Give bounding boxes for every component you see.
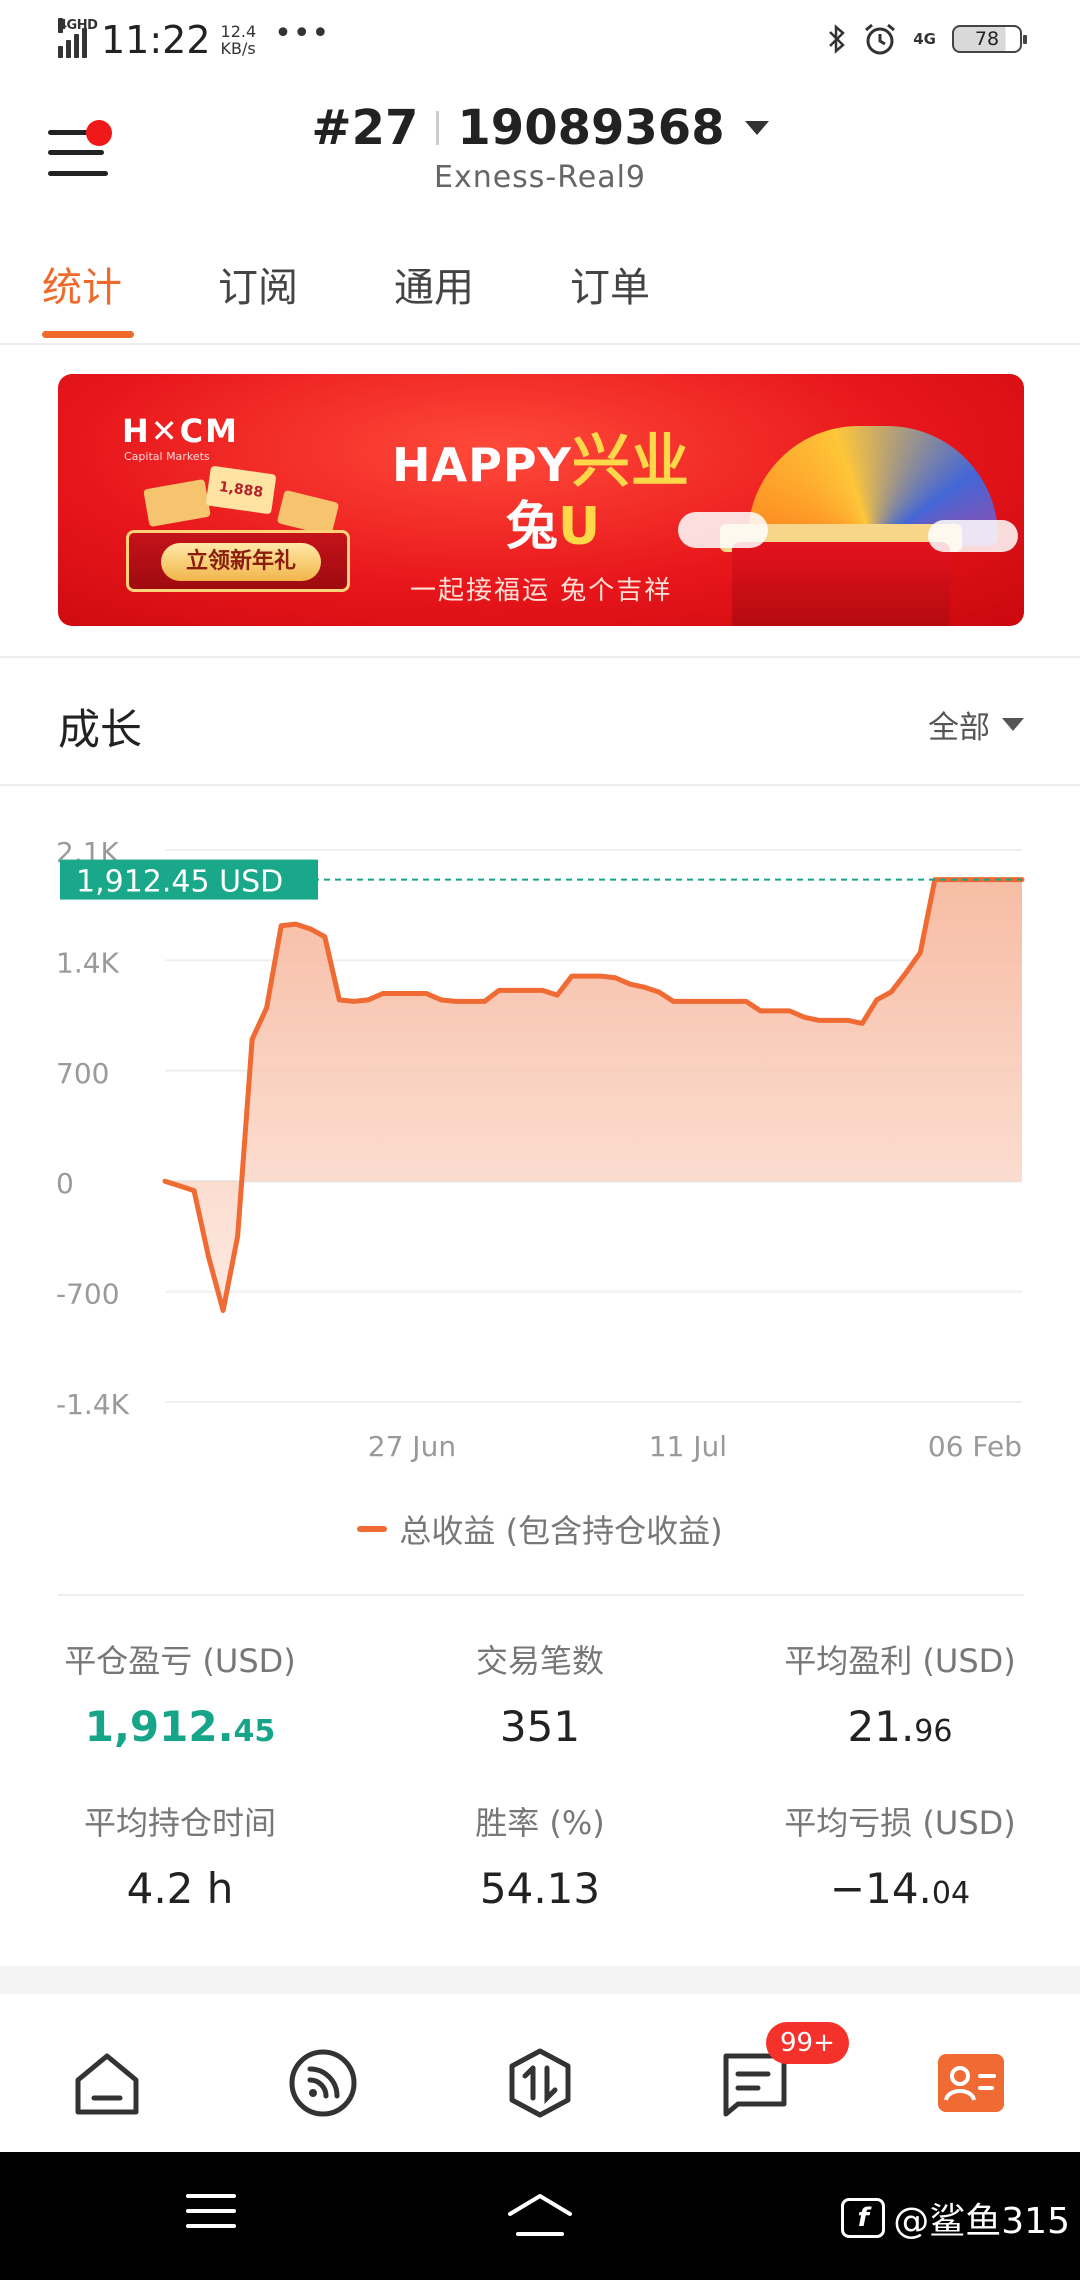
signal-icon: 4GHD — [58, 18, 98, 58]
account-id: 19089368 — [457, 100, 725, 156]
series-area — [165, 879, 1022, 1311]
tab-bar: 统计 订阅 通用 订单 — [42, 255, 746, 345]
chart-legend: 总收益 (包含持仓收益) — [0, 1506, 1080, 1552]
growth-title: 成长 — [58, 705, 143, 754]
x-tick-label: 27 Jun — [368, 1430, 456, 1463]
trade-icon[interactable] — [503, 2046, 577, 2120]
stat-label: 交易笔数 — [475, 1642, 604, 1680]
banner-title-2: 兔U — [506, 497, 601, 557]
y-tick-label: 0 — [56, 1167, 74, 1200]
stat-label: 平均盈利 (USD) — [784, 1642, 1016, 1680]
account-prefix: #27 — [311, 100, 419, 156]
bottom-nav — [0, 2016, 1080, 2152]
stat-trade-count: 交易笔数 351 — [360, 1636, 720, 1751]
battery-level: 78 — [974, 28, 1000, 50]
x-tick-label: 06 Feb — [928, 1430, 1022, 1463]
caret-down-icon — [1002, 718, 1024, 731]
current-value-label: 1,912.45 USD — [76, 865, 283, 900]
recent-apps-button[interactable] — [186, 2194, 236, 2239]
account-separator — [436, 111, 440, 145]
y-tick-label: -1.4K — [56, 1388, 130, 1421]
y-tick-label: -700 — [56, 1278, 120, 1311]
tab-statistics[interactable]: 统计 — [42, 255, 218, 345]
stat-value: −14.04 — [829, 1864, 971, 1913]
stat-value: 21.96 — [847, 1702, 953, 1751]
banner-claim-label: 立领新年礼 — [161, 543, 321, 581]
stat-label: 平均亏损 (USD) — [784, 1804, 1016, 1842]
stat-value: 1,912.45 — [84, 1702, 276, 1751]
alarm-icon — [865, 23, 896, 55]
banner-coupon-card: 1,888 — [205, 465, 277, 515]
caret-down-icon[interactable] — [744, 121, 769, 135]
tab-general[interactable]: 通用 — [394, 255, 570, 345]
watermark-text: @鲨鱼315 — [893, 2201, 1070, 2242]
legend-label: 总收益 (包含持仓收益) — [399, 1512, 723, 1550]
home-system-button[interactable] — [504, 2192, 576, 2240]
net-speed: 12.4 KB/s — [220, 22, 257, 58]
stat-avg-loss: 平均亏损 (USD) −14.04 — [720, 1798, 1080, 1913]
content-separator — [0, 1966, 1080, 1994]
banner-cloud — [928, 520, 1018, 552]
messages-badge: 99+ — [766, 2022, 849, 2064]
watermark: f @鲨鱼315 — [841, 2192, 1070, 2244]
stat-label: 平仓盈亏 (USD) — [64, 1642, 296, 1680]
banner-logo-subtitle: Capital Markets — [124, 450, 210, 463]
section-divider — [0, 784, 1080, 786]
stat-value: 4.2 h — [126, 1864, 234, 1913]
home-icon[interactable] — [70, 2046, 144, 2120]
feed-icon[interactable] — [286, 2046, 360, 2120]
range-filter[interactable]: 全部 — [928, 702, 1024, 747]
banner-logo: H✕CM — [122, 412, 239, 450]
more-notifications-icon: ••• — [274, 15, 331, 51]
status-bar: 4GHD 11:22 12.4 KB/s ••• 4G 78 — [0, 0, 1080, 84]
stat-label: 胜率 (%) — [475, 1804, 605, 1842]
account-selector[interactable]: #27 19089368 — [311, 100, 769, 156]
promo-banner[interactable]: H✕CM Capital Markets 1,888 立领新年礼 HAPPY兴业… — [58, 374, 1024, 626]
clock: 11:22 — [101, 18, 211, 62]
banner-slogan: 一起接福运 兔个吉祥 — [410, 576, 673, 606]
range-filter-label: 全部 — [928, 710, 990, 746]
banner-gift-box — [732, 542, 950, 626]
network-4g-icon: 4G — [913, 29, 936, 48]
stat-label: 平均持仓时间 — [83, 1804, 276, 1842]
account-header: #27 19089368 Exness-Real9 — [0, 100, 1080, 195]
tab-divider — [0, 343, 1080, 345]
account-server: Exness-Real9 — [433, 160, 647, 195]
legend-swatch — [357, 1526, 388, 1532]
stat-avg-profit: 平均盈利 (USD) 21.96 — [720, 1636, 1080, 1751]
banner-cloud — [678, 512, 768, 548]
stat-value: 54.13 — [479, 1864, 601, 1913]
stats-divider — [58, 1594, 1024, 1596]
battery-icon: 78 — [952, 25, 1027, 53]
stat-value: 351 — [499, 1702, 581, 1751]
system-nav-bar: f @鲨鱼315 — [0, 2152, 1080, 2280]
y-tick-label: 700 — [56, 1057, 109, 1090]
banner-coupon-card — [143, 478, 211, 528]
account-profile-icon[interactable] — [934, 2046, 1008, 2120]
y-tick-label: 1.4K — [56, 946, 120, 979]
stat-win-rate: 胜率 (%) 54.13 — [360, 1798, 720, 1913]
stat-closed-pnl: 平仓盈亏 (USD) 1,912.45 — [0, 1636, 360, 1751]
section-divider — [0, 656, 1080, 658]
banner-claim-button[interactable]: 立领新年礼 — [126, 530, 350, 592]
network-tag: 4GHD — [58, 18, 98, 33]
x-tick-label: 11 Jul — [649, 1430, 727, 1463]
tab-orders[interactable]: 订单 — [570, 255, 746, 345]
tab-subscribe[interactable]: 订阅 — [218, 255, 394, 345]
bluetooth-icon — [829, 24, 846, 54]
stat-avg-hold: 平均持仓时间 4.2 h — [0, 1798, 360, 1913]
growth-chart[interactable]: 2.1K1.4K7000-700-1.4K1,912.45 USD27 Jun 1… — [0, 820, 1080, 1480]
watermark-logo: f — [841, 2198, 886, 2238]
